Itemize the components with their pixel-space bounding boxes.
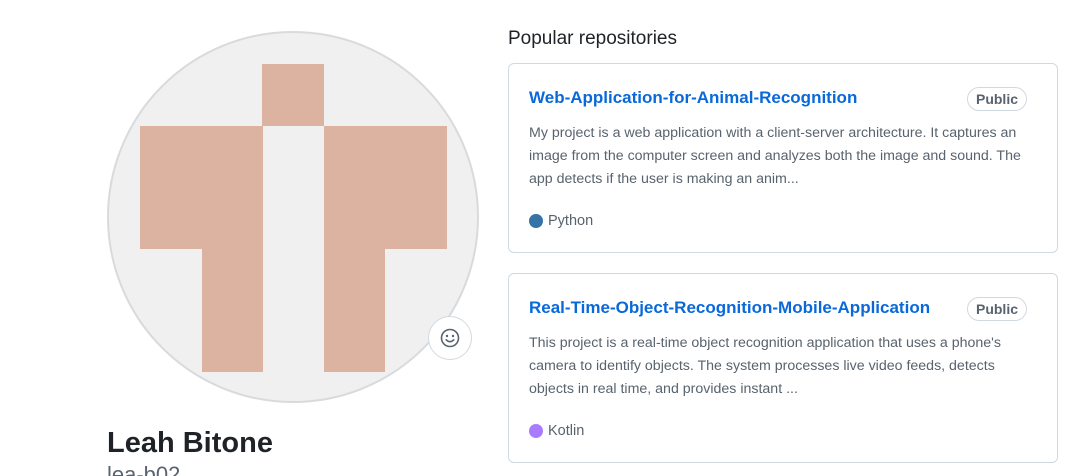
profile-page: Leah Bitone lea-b02 Popular repositories… bbox=[0, 0, 1066, 476]
repo-language: Python bbox=[529, 211, 593, 231]
smiley-icon bbox=[440, 328, 460, 348]
identicon bbox=[140, 64, 447, 372]
repo-language: Kotlin bbox=[529, 421, 584, 441]
language-color-dot bbox=[529, 424, 543, 438]
language-color-dot bbox=[529, 214, 543, 228]
repo-card: Real-Time-Object-Recognition-Mobile-Appl… bbox=[508, 273, 1058, 463]
visibility-badge: Public bbox=[966, 297, 1027, 321]
repo-description: My project is a web application with a c… bbox=[529, 125, 1021, 187]
repo-link[interactable]: Real-Time-Object-Recognition-Mobile-Appl… bbox=[529, 296, 930, 320]
avatar-container bbox=[107, 31, 479, 403]
visibility-badge: Public bbox=[966, 87, 1027, 111]
avatar[interactable] bbox=[107, 31, 479, 403]
repo-card: Web-Application-for-Animal-Recognition P… bbox=[508, 63, 1058, 253]
identicon-pattern bbox=[140, 64, 447, 372]
profile-full-name: Leah Bitone bbox=[107, 427, 273, 459]
repo-description: This project is a real-time object recog… bbox=[529, 335, 1001, 397]
repo-link[interactable]: Web-Application-for-Animal-Recognition bbox=[529, 86, 857, 110]
repo-language-label: Python bbox=[548, 213, 594, 229]
set-status-button[interactable] bbox=[428, 316, 472, 360]
popular-repositories-heading: Popular repositories bbox=[508, 28, 677, 49]
profile-username: lea-b02 bbox=[107, 462, 181, 476]
repo-language-label: Kotlin bbox=[548, 423, 585, 439]
